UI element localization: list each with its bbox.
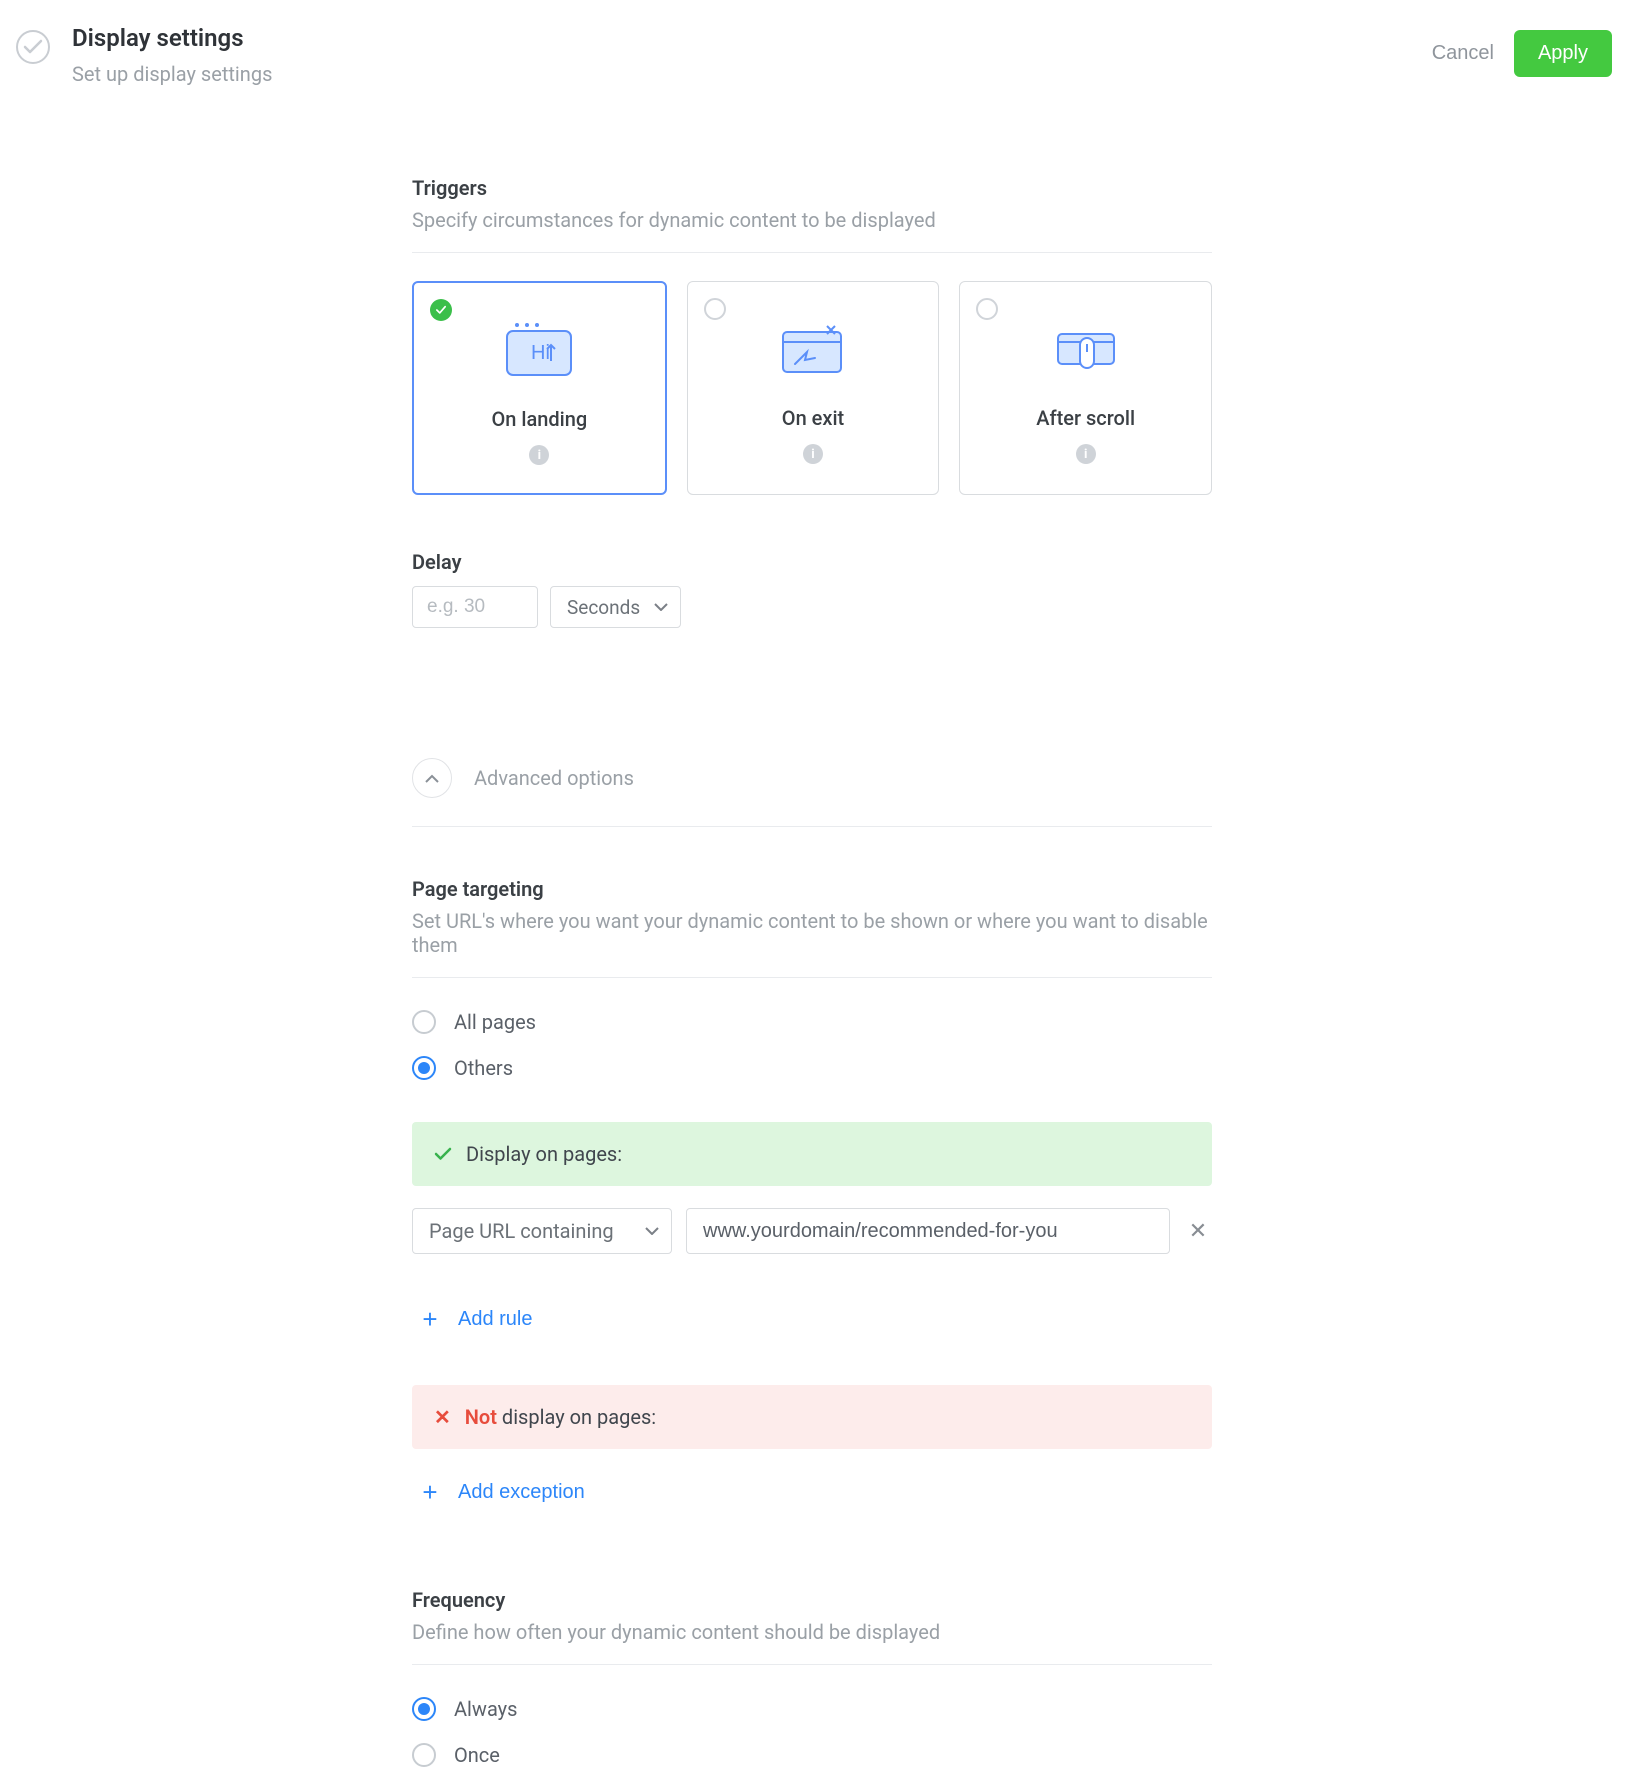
radio-label: All pages (454, 1010, 536, 1034)
radio-others[interactable]: Others (412, 1056, 1212, 1080)
selected-check-icon (430, 299, 452, 321)
step-done-icon (16, 30, 50, 64)
exit-icon (775, 320, 851, 380)
display-on-pages-text: Display on pages: (466, 1142, 622, 1166)
display-on-pages-banner: Display on pages: (412, 1122, 1212, 1186)
page-targeting-title: Page targeting (412, 877, 1212, 901)
add-exception-button[interactable]: + Add exception (420, 1477, 585, 1508)
divider (412, 977, 1212, 978)
triggers-desc: Specify circumstances for dynamic conten… (412, 208, 1212, 232)
not-display-on-pages-banner: ✕ Not display on pages: (412, 1385, 1212, 1449)
not-display-rest: display on pages: (497, 1405, 656, 1429)
radio-once[interactable]: Once (412, 1743, 1212, 1767)
plus-icon: + (420, 1477, 440, 1508)
radio-unchecked-icon (704, 298, 726, 320)
add-rule-label: Add rule (458, 1308, 533, 1331)
rule-type-value: Page URL containing (429, 1219, 614, 1243)
divider (412, 1664, 1212, 1665)
frequency-desc: Define how often your dynamic content sh… (412, 1620, 1212, 1644)
cancel-button[interactable]: Cancel (1432, 42, 1494, 65)
radio-always[interactable]: Always (412, 1697, 1212, 1721)
delay-input[interactable] (412, 586, 538, 628)
info-icon[interactable]: i (1076, 444, 1096, 464)
check-icon (434, 1142, 452, 1166)
page-targeting-desc: Set URL's where you want your dynamic co… (412, 909, 1212, 957)
scroll-icon (1048, 320, 1124, 380)
trigger-card-label: On landing (491, 407, 587, 431)
page-subtitle: Set up display settings (72, 62, 272, 86)
radio-label: Once (454, 1743, 500, 1767)
page-title: Display settings (72, 24, 272, 52)
close-icon: ✕ (434, 1405, 451, 1429)
landing-icon: Hi (501, 321, 577, 381)
rule-url-input[interactable] (686, 1208, 1170, 1254)
chevron-up-icon (425, 774, 439, 783)
advanced-options-label: Advanced options (474, 766, 634, 790)
delay-unit-select[interactable]: Seconds (550, 586, 681, 628)
apply-button[interactable]: Apply (1514, 30, 1612, 77)
svg-text:Hi: Hi (531, 342, 550, 364)
radio-label: Always (454, 1697, 517, 1721)
trigger-card-label: On exit (782, 406, 844, 430)
trigger-card-on-exit[interactable]: On exit i (687, 281, 940, 495)
add-exception-label: Add exception (458, 1481, 585, 1504)
info-icon[interactable]: i (803, 444, 823, 464)
info-icon[interactable]: i (529, 445, 549, 465)
frequency-title: Frequency (412, 1588, 1212, 1612)
triggers-title: Triggers (412, 176, 1212, 200)
trigger-card-on-landing[interactable]: Hi On landing i (412, 281, 667, 495)
advanced-collapse-button[interactable] (412, 758, 452, 798)
divider (412, 252, 1212, 253)
chevron-down-icon (645, 1227, 659, 1235)
plus-icon: + (420, 1304, 440, 1335)
radio-label: Others (454, 1056, 513, 1080)
trigger-card-label: After scroll (1036, 406, 1135, 430)
radio-all-pages[interactable]: All pages (412, 1010, 1212, 1034)
radio-icon (412, 1743, 436, 1767)
add-rule-button[interactable]: + Add rule (420, 1304, 533, 1335)
delay-unit-value: Seconds (567, 596, 640, 619)
radio-icon (412, 1056, 436, 1080)
chevron-down-icon (654, 603, 668, 611)
radio-icon (412, 1697, 436, 1721)
radio-icon (412, 1010, 436, 1034)
rule-type-select[interactable]: Page URL containing (412, 1208, 672, 1254)
not-word: Not (465, 1405, 497, 1429)
trigger-card-after-scroll[interactable]: After scroll i (959, 281, 1212, 495)
radio-unchecked-icon (976, 298, 998, 320)
remove-rule-button[interactable]: ✕ (1184, 1219, 1212, 1244)
delay-label: Delay (412, 550, 1212, 574)
